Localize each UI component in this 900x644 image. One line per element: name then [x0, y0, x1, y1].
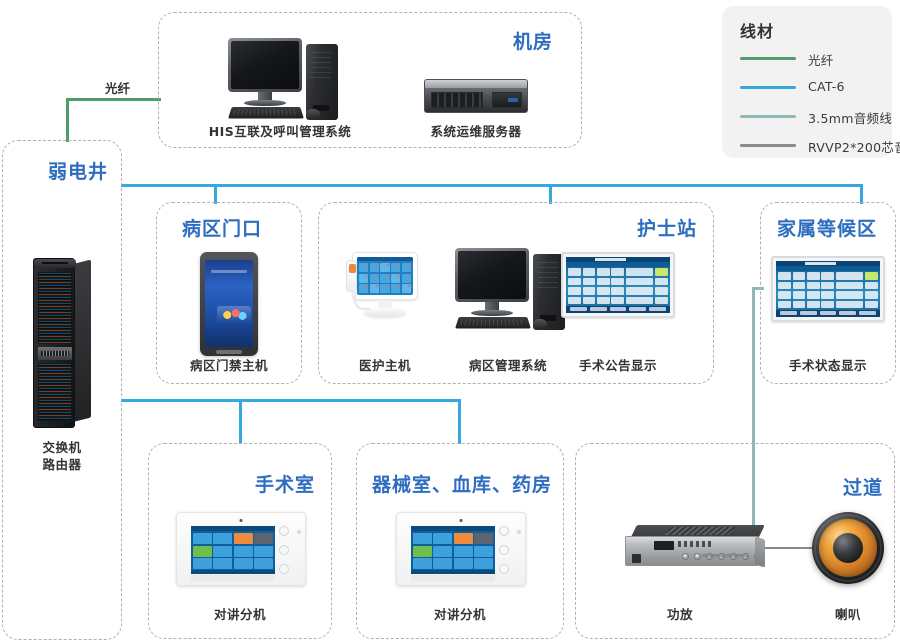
diagram-canvas: 光纤 弱电井 交换机 路由器 机房 HIS互联及呼叫管理系统 系统运维服务器 病… [0, 0, 900, 644]
device-surgery-bulletin-display [561, 252, 675, 318]
legend-title: 线材 [740, 22, 775, 41]
wire-cat6-drop-operating-room [239, 399, 242, 444]
caption-surgery-status-display: 手术状态显示 [788, 358, 867, 373]
legend-label-audio35: 3.5mm音频线 [808, 111, 893, 126]
mouse-icon [306, 109, 320, 119]
legend-swatch-audio35 [740, 115, 796, 118]
device-surgery-status-display [771, 256, 885, 322]
intercom-panel-icon [176, 512, 306, 586]
lcd-screen-icon [566, 257, 670, 313]
amplifier-icon [625, 525, 765, 569]
caption-switch-line2: 路由器 [42, 456, 82, 472]
wire-cat6-upper-bus [121, 184, 863, 187]
caption-switch-router: 交换机 路由器 [12, 440, 112, 474]
wire-fiber-horizontal [66, 98, 161, 101]
caption-ward-access-terminal: 病区门禁主机 [189, 358, 268, 373]
zone-title-operating-room: 手术室 [255, 474, 316, 496]
caption-speaker: 喇叭 [834, 607, 861, 622]
legend-swatch-fiber [740, 57, 796, 60]
zone-title-nurse-station: 护士站 [637, 218, 698, 240]
keyboard-icon [455, 317, 531, 329]
zone-title-instrument-blood-pharmacy: 器械室、血库、药房 [372, 474, 553, 496]
caption-switch-line1: 交换机 [42, 440, 82, 455]
zone-title-corridor: 过道 [843, 477, 884, 499]
nurse-aio-icon [346, 252, 418, 322]
legend-row-audio35: 3.5mm音频线 [740, 108, 892, 126]
handset-icon [346, 260, 357, 292]
speaker-icon [812, 512, 884, 584]
legend-panel: 线材 光纤 CAT-6 3.5mm音频线 RVVP2*200芯音频线 [722, 6, 900, 158]
rack-server-icon [424, 79, 528, 113]
legend-label-fiber: 光纤 [808, 53, 834, 68]
caption-intercom-operating-room: 对讲分机 [213, 607, 266, 622]
wire-cat6-drop-nurse-station [549, 184, 552, 204]
intercom-panel-icon [396, 512, 526, 586]
caption-amplifier: 功放 [666, 607, 693, 622]
legend-label-cat6: CAT-6 [808, 79, 845, 94]
caption-surgery-bulletin-display: 手术公告显示 [578, 358, 657, 373]
access-terminal-icon [200, 252, 258, 356]
legend-row-fiber: 光纤 [740, 50, 880, 68]
desktop-monitor-icon [455, 248, 529, 302]
legend-label-rvvp: RVVP2*200芯音频线 [808, 140, 900, 155]
caption-ward-management-pc: 病区管理系统 [468, 358, 547, 373]
caption-intercom-instrument-room: 对讲分机 [433, 607, 486, 622]
zone-title-weak-current-well: 弱电井 [48, 161, 109, 183]
mouse-icon [533, 319, 547, 329]
legend-row-rvvp: RVVP2*200芯音频线 [740, 137, 900, 155]
wire-label-fiber: 光纤 [105, 81, 131, 96]
wire-cat6-lower-bus [121, 399, 461, 402]
desktop-monitor-icon [228, 38, 302, 92]
keyboard-icon [228, 107, 304, 119]
caption-nurse-aio: 医护主机 [358, 358, 411, 373]
zone-title-ward-entrance: 病区门口 [182, 218, 263, 240]
rack-cabinet-icon [33, 258, 91, 428]
legend-swatch-rvvp [740, 144, 796, 147]
caption-ops-server: 系统运维服务器 [430, 124, 522, 139]
wire-cat6-drop-ward-entrance [214, 184, 217, 204]
wire-cat6-drop-family-waiting [860, 184, 863, 204]
zone-title-family-waiting: 家属等候区 [777, 218, 878, 240]
wire-fiber-vertical [66, 98, 69, 142]
caption-his-workstation: HIS互联及呼叫管理系统 [208, 124, 352, 139]
wire-cat6-drop-instrument-room [458, 399, 461, 444]
legend-swatch-cat6 [740, 86, 796, 89]
lcd-screen-icon [776, 261, 880, 317]
legend-row-cat6: CAT-6 [740, 79, 880, 95]
zone-title-server-room: 机房 [513, 31, 554, 53]
